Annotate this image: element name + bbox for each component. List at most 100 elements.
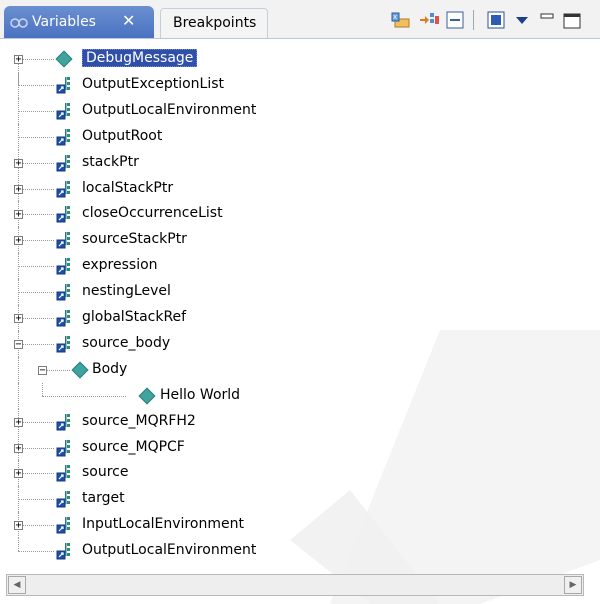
tree-connector-line [18, 188, 54, 190]
expand-icon[interactable]: + [14, 521, 23, 531]
tree-row[interactable]: + InputLocalEnvironment [0, 512, 600, 539]
horizontal-scrollbar[interactable]: ◀ ▶ [6, 574, 584, 596]
field-diamond-icon [55, 50, 73, 68]
tree-item-label[interactable]: stackPtr [82, 154, 139, 170]
tree-connector-line [18, 447, 54, 449]
tree-row[interactable]: OutputExceptionList [0, 71, 600, 98]
toggle-detail-pane-icon[interactable] [485, 10, 507, 30]
tree-row[interactable]: OutputLocalEnvironment [0, 538, 600, 564]
expand-icon[interactable]: + [14, 236, 23, 246]
tree-connector-line [18, 525, 54, 527]
scroll-left-button[interactable]: ◀ [8, 576, 26, 594]
tree-row[interactable]: nestingLevel [0, 279, 600, 305]
tree-row[interactable]: + source_MQRFH2 [0, 408, 600, 435]
variable-icon [56, 128, 70, 146]
tree-connector-line [18, 473, 54, 475]
field-diamond-icon [138, 387, 156, 405]
scroll-right-button[interactable]: ▶ [564, 576, 582, 594]
tree-row[interactable]: target [0, 486, 600, 513]
variable-icon [56, 543, 70, 560]
tree-connector-line [18, 84, 54, 86]
svg-text:x: x [393, 13, 397, 21]
tree-connector-line [18, 421, 54, 423]
tree-item-label[interactable]: Body [92, 361, 127, 377]
show-type-names-icon[interactable]: x [390, 10, 412, 30]
tree-row[interactable]: + sourceStackPtr [0, 227, 600, 254]
collapse-icon[interactable]: − [38, 365, 47, 375]
tree-item-label[interactable]: globalStackRef [82, 309, 186, 325]
tree-guide-line [18, 538, 19, 552]
maximize-icon[interactable] [560, 10, 582, 30]
tree-connector-line [42, 395, 126, 397]
variable-icon [56, 180, 70, 197]
tree-item-label[interactable]: source_MQPCF [82, 439, 185, 455]
tree-row[interactable]: OutputRoot [0, 123, 600, 150]
variable-icon [56, 76, 70, 94]
tree-item-label[interactable]: sourceStackPtr [82, 231, 187, 247]
expand-icon[interactable]: + [14, 443, 23, 453]
variables-tree[interactable]: + DebugMessage OutputExceptionList OutputLo… [0, 40, 600, 568]
expand-icon[interactable]: + [14, 184, 23, 194]
tree-row[interactable]: + globalStackRef [0, 305, 600, 331]
tree-item-label[interactable]: source_MQRFH2 [82, 413, 196, 429]
expand-icon[interactable]: + [14, 55, 23, 65]
variables-view-icon [10, 18, 28, 28]
view-menu-icon[interactable] [511, 10, 533, 30]
tree-item-label[interactable]: DebugMessage [82, 49, 198, 67]
expand-icon[interactable]: + [14, 314, 23, 324]
tab-variables[interactable]: Variables ✕ [4, 6, 154, 38]
tree-row[interactable]: + source [0, 460, 600, 487]
tree-connector-line [18, 240, 54, 242]
tree-item-label[interactable]: localStackPtr [82, 180, 173, 196]
minimize-icon[interactable] [537, 10, 559, 30]
tree-item-label[interactable]: OutputRoot [82, 128, 162, 144]
tree-row[interactable]: OutputLocalEnvironment [0, 97, 600, 124]
tree-item-label[interactable]: expression [82, 257, 158, 273]
view-tab-bar: Variables ✕ Breakpoints x [0, 0, 600, 39]
tree-row[interactable]: + stackPtr [0, 149, 600, 176]
tree-item-label[interactable]: OutputExceptionList [82, 76, 224, 92]
tree-guide-line [18, 382, 19, 409]
collapse-all-icon[interactable] [444, 10, 466, 30]
field-diamond-icon [71, 361, 89, 379]
tree-row[interactable]: expression [0, 253, 600, 280]
expand-icon[interactable]: + [14, 469, 23, 479]
tree-item-label[interactable]: InputLocalEnvironment [82, 516, 244, 532]
variable-icon [56, 517, 70, 534]
toolbar-separator [473, 10, 474, 30]
tree-row[interactable]: − Body [0, 356, 600, 383]
variable-icon [56, 310, 70, 327]
tree-connector-line [18, 59, 54, 60]
tree-item-label[interactable]: source_body [82, 335, 170, 351]
variable-icon [56, 102, 70, 120]
tree-row[interactable]: + DebugMessage [0, 46, 600, 85]
tree-row[interactable]: + source_MQPCF [0, 434, 600, 461]
scroll-right-icon: ▶ [569, 580, 577, 590]
expand-icon[interactable]: + [14, 417, 23, 427]
show-logical-structure-icon[interactable] [418, 10, 440, 30]
variable-icon [56, 232, 70, 249]
tree-item-label[interactable]: Hello World [160, 387, 240, 403]
tree-item-label[interactable]: target [82, 490, 125, 506]
tree-row[interactable]: Hello World [0, 382, 600, 409]
expand-icon[interactable]: + [14, 210, 23, 220]
tree-item-label[interactable]: OutputLocalEnvironment [82, 102, 256, 118]
tree-guide-line [18, 356, 19, 383]
variable-icon [56, 439, 70, 456]
tree-connector-line [18, 110, 54, 112]
tree-guide-line [42, 382, 43, 396]
collapse-icon[interactable]: − [14, 339, 23, 349]
expand-icon[interactable]: + [14, 158, 23, 168]
tree-item-label[interactable]: OutputLocalEnvironment [82, 542, 256, 558]
tab-breakpoints[interactable]: Breakpoints [160, 8, 268, 38]
tree-item-label[interactable]: closeOccurrenceList [82, 205, 223, 221]
tree-row[interactable]: + closeOccurrenceList [0, 201, 600, 228]
variable-icon [56, 258, 70, 275]
tree-connector-line [18, 162, 54, 164]
tree-item-label[interactable]: nestingLevel [82, 283, 171, 299]
close-icon[interactable]: ✕ [122, 11, 135, 30]
tree-row[interactable]: + localStackPtr [0, 175, 600, 202]
tree-item-label[interactable]: source [82, 464, 129, 480]
tree-row[interactable]: − source_body [0, 330, 600, 357]
tree-connector-line [18, 499, 54, 501]
